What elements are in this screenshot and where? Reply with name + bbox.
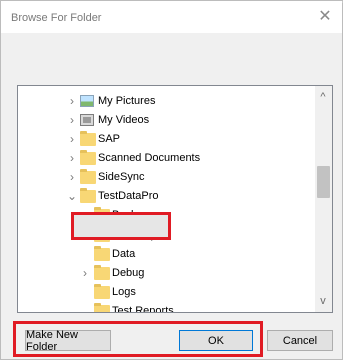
tree-row-data[interactable]: Data [18,245,314,263]
make-new-folder-button[interactable]: Make New Folder [25,329,111,353]
collapse-chevron-icon[interactable]: ⌄ [66,189,78,203]
tree-row-sidesync[interactable]: › SideSync [18,168,314,186]
ok-button[interactable]: OK [179,330,253,351]
tree-row-logs[interactable]: Logs [18,283,314,301]
tree-label: Scanned Documents [98,152,201,164]
tree-label: SideSync [98,171,145,183]
expand-chevron-icon[interactable]: › [66,132,78,146]
tree-row-my-videos[interactable]: › My Videos [18,111,314,129]
folder-icon [94,246,110,261]
tree-row-testdatapro[interactable]: ⌄ TestDataPro [18,187,314,205]
cancel-button[interactable]: Cancel [267,330,333,351]
tree-label: Data [112,248,136,260]
folder-icon [94,303,110,312]
tree-row-scanned-documents[interactable]: › Scanned Documents [18,149,314,167]
tree-label: TestDataPro [98,190,159,202]
expand-chevron-icon[interactable]: › [66,151,78,165]
expand-chevron-icon[interactable]: › [66,170,78,184]
close-icon[interactable]: ✕ [314,7,336,27]
tree-row-sap[interactable]: › SAP [18,130,314,148]
tree-scrollbar[interactable]: ^ v [315,86,332,312]
title-bar: Browse For Folder ✕ [1,1,342,33]
folder-icon [94,284,110,299]
tree-label: My Pictures [98,95,156,107]
scroll-down-icon[interactable]: v [317,296,329,307]
tree-row-test-reports[interactable]: Test Reports [18,302,314,313]
tree-row-my-pictures[interactable]: › My Pictures [18,92,314,110]
expand-chevron-icon[interactable]: › [66,94,78,108]
expand-chevron-icon[interactable]: › [79,266,91,280]
folder-icon [94,265,110,280]
tree-label: Debug [112,267,145,279]
scroll-thumb[interactable] [317,166,330,198]
csv-export-highlight [71,212,171,240]
tree-label: Logs [112,286,136,298]
folder-tree[interactable]: › My Pictures › My Videos › SAP › Scanne… [17,85,333,313]
pictures-folder-icon [80,95,94,107]
folder-icon [80,150,96,165]
tree-label: SAP [98,133,121,145]
folder-icon [80,188,96,203]
folder-icon [80,169,96,184]
window-title: Browse For Folder [11,12,102,24]
expand-chevron-icon[interactable]: › [66,113,78,127]
tree-label: My Videos [98,114,150,126]
tree-row-debug[interactable]: › Debug [18,264,314,282]
tree-label: Test Reports [112,305,174,313]
videos-folder-icon [80,114,94,126]
folder-icon [80,131,96,146]
browse-for-folder-dialog: Browse For Folder ✕ › My Pictures › My V… [0,0,343,360]
scroll-up-icon[interactable]: ^ [317,92,329,103]
